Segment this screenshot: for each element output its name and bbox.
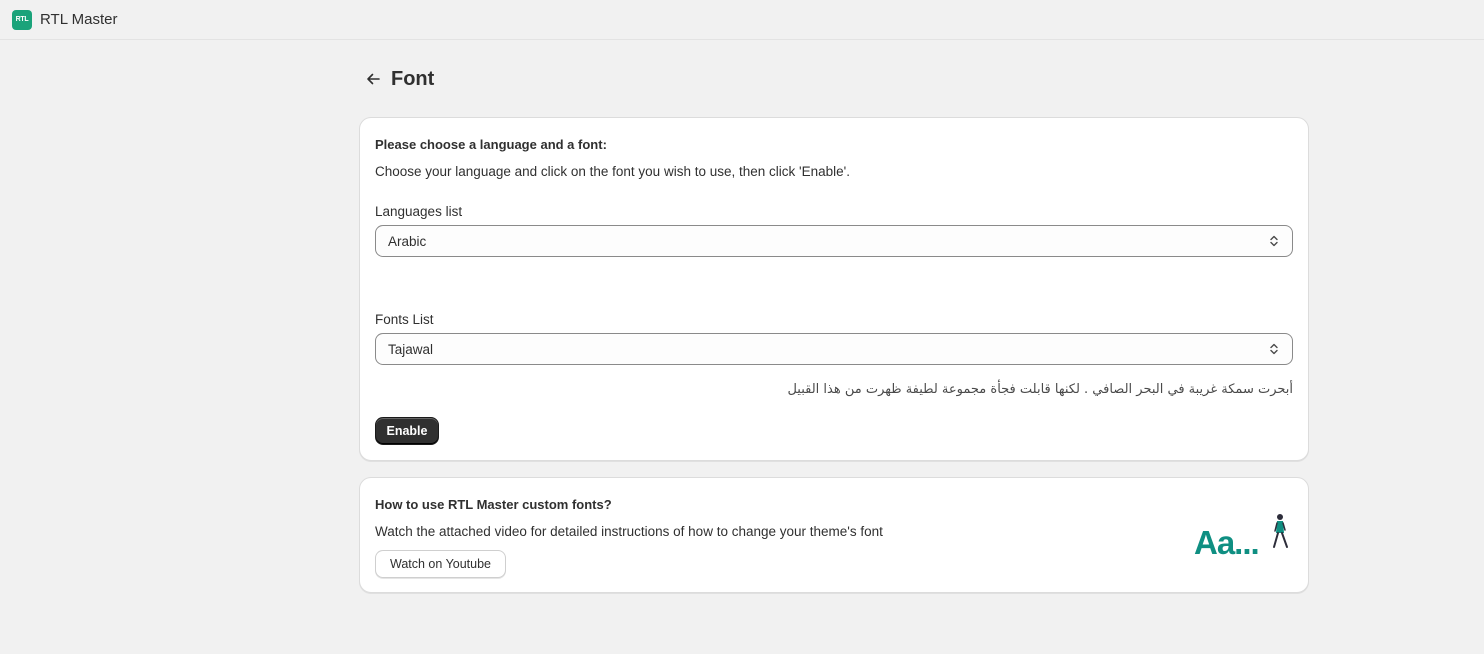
font-card-description: Choose your language and click on the fo… [375, 164, 850, 179]
help-card-description: Watch the attached video for detailed in… [375, 524, 883, 539]
top-bar: RTL RTL Master [0, 0, 1484, 40]
page-header: Font [362, 66, 434, 92]
watch-on-youtube-button[interactable]: Watch on Youtube [375, 550, 506, 578]
help-card-heading: How to use RTL Master custom fonts? [375, 497, 612, 512]
select-caret-icon [1270, 343, 1278, 355]
fonts-select[interactable]: Tajawal [375, 333, 1293, 365]
languages-label: Languages list [375, 204, 463, 219]
font-preview-text: أبحرت سمكة غريبة في البحر الصافي . لكنها… [787, 382, 1293, 397]
fonts-label: Fonts List [375, 312, 434, 327]
app-name: RTL Master [40, 11, 118, 28]
enable-button[interactable]: Enable [375, 417, 439, 445]
page-title: Font [391, 67, 435, 90]
help-card: How to use RTL Master custom fonts? Watc… [359, 477, 1309, 593]
font-card-heading: Please choose a language and a font: [375, 137, 607, 152]
app-logo-text: RTL [15, 16, 29, 23]
font-walker-illustration: Aa... [1194, 514, 1288, 560]
arrow-left-icon [367, 73, 380, 85]
fonts-select-value: Tajawal [388, 341, 434, 357]
languages-select-value: Arabic [388, 233, 427, 249]
select-caret-icon [1270, 235, 1278, 247]
app-logo: RTL [12, 9, 32, 30]
font-settings-card: Please choose a language and a font: Cho… [359, 117, 1309, 461]
illustration-text: Aa... [1194, 524, 1259, 560]
languages-select[interactable]: Arabic [375, 225, 1293, 257]
back-button[interactable] [362, 68, 384, 90]
